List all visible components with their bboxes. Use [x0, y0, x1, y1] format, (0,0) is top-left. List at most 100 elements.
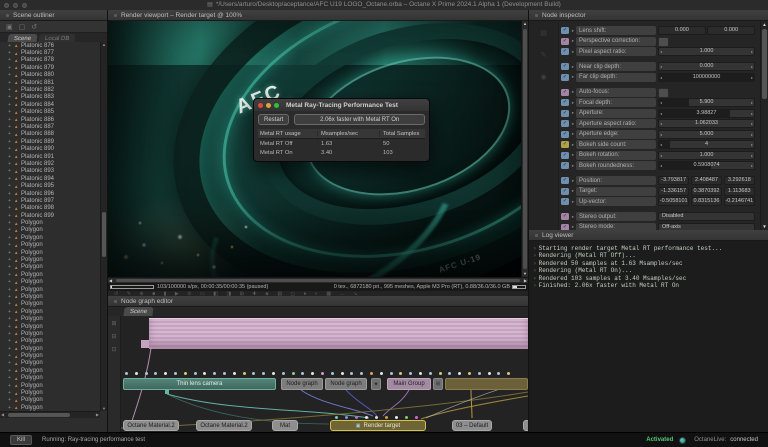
outliner-item[interactable]: +▲Platonic 892: [0, 160, 100, 167]
outliner-item[interactable]: +▲Polygon: [0, 389, 100, 396]
value-slider[interactable]: ◂3.98827▸: [658, 109, 755, 118]
outliner-item[interactable]: +▲Polygon: [0, 404, 100, 411]
node-mat[interactable]: Mat: [272, 420, 298, 431]
node-pin[interactable]: [395, 416, 398, 419]
outliner-item[interactable]: +▲Polygon: [0, 345, 100, 352]
node-pin[interactable]: [458, 372, 461, 375]
dialog-close-button[interactable]: [258, 103, 263, 108]
node-pin[interactable]: [213, 372, 216, 375]
value-field[interactable]: -3.793817: [658, 176, 689, 185]
node-pin[interactable]: [233, 372, 236, 375]
value-field[interactable]: 0.000: [658, 26, 706, 35]
node-pin[interactable]: [301, 372, 304, 375]
camera-node-icon[interactable]: ◉: [540, 73, 546, 81]
outliner-item[interactable]: +▲Polygon: [0, 301, 100, 308]
outliner-item[interactable]: +▲Platonic 899: [0, 212, 100, 219]
value-field[interactable]: 2.408487: [691, 176, 722, 185]
enable-checkbox[interactable]: ✓: [561, 38, 569, 45]
dialog-titlebar[interactable]: Metal Ray-Tracing Performance Test: [254, 99, 429, 111]
outliner-item[interactable]: +▲Platonic 891: [0, 153, 100, 160]
outliner-item[interactable]: +▲Platonic 885: [0, 109, 100, 116]
node-pin[interactable]: [439, 372, 442, 375]
outliner-horizontal-scrollbar[interactable]: ◀ ▶: [0, 411, 100, 418]
node-pin[interactable]: [405, 416, 408, 419]
outliner-item[interactable]: +▲Polygon: [0, 271, 100, 278]
node-pin[interactable]: [507, 372, 510, 375]
node-pin[interactable]: [145, 372, 148, 375]
node-pin[interactable]: [488, 372, 491, 375]
enable-checkbox[interactable]: ✓: [561, 177, 569, 184]
outliner-item[interactable]: +▲Platonic 897: [0, 197, 100, 204]
scrollbar-thumb[interactable]: [102, 212, 106, 257]
node-pin[interactable]: [399, 372, 402, 375]
value-slider[interactable]: ◂1.062033▸: [658, 119, 755, 128]
value-field[interactable]: 0.000: [707, 26, 755, 35]
slider-increment-icon[interactable]: ▸: [751, 141, 753, 149]
node-pin[interactable]: [478, 372, 481, 375]
outliner-item[interactable]: +▲Platonic 888: [0, 131, 100, 138]
scroll-up-icon[interactable]: ▲: [101, 42, 107, 47]
outliner-item[interactable]: +▲Polygon: [0, 360, 100, 367]
outliner-item[interactable]: +▲Platonic 878: [0, 57, 100, 64]
node-pin[interactable]: [350, 372, 353, 375]
viewport-vertical-scrollbar[interactable]: ▲ ▼: [521, 21, 528, 277]
slider-increment-icon[interactable]: ▸: [751, 162, 753, 170]
enable-checkbox[interactable]: ✓: [561, 213, 569, 220]
outliner-item[interactable]: +▲Polygon: [0, 308, 100, 315]
scroll-left-icon[interactable]: ◀: [1, 412, 4, 418]
node-pin[interactable]: [331, 372, 334, 375]
node-pin[interactable]: [282, 372, 285, 375]
node-icon-box[interactable]: ◈: [371, 378, 381, 390]
node-pin[interactable]: [154, 372, 157, 375]
scrollbar-thumb[interactable]: [523, 29, 527, 269]
delete-node-icon[interactable]: ▢: [19, 23, 26, 31]
enable-checkbox[interactable]: ✓: [561, 110, 569, 117]
outliner-item[interactable]: +▲Polygon: [0, 330, 100, 337]
value-field[interactable]: 1.113683: [724, 187, 755, 196]
node-pin[interactable]: [164, 372, 167, 375]
node-pin[interactable]: [135, 372, 138, 375]
outliner-item[interactable]: +▲Polygon: [0, 242, 100, 249]
node-pin[interactable]: [375, 416, 378, 419]
outliner-item[interactable]: +▲Polygon: [0, 279, 100, 286]
enable-checkbox[interactable]: ✓: [561, 89, 569, 96]
group-node-band[interactable]: [141, 340, 149, 348]
node-pin[interactable]: [341, 372, 344, 375]
node-pin[interactable]: [448, 372, 451, 375]
node-pin[interactable]: [380, 372, 383, 375]
outliner-item[interactable]: +▲Platonic 889: [0, 138, 100, 145]
value-slider[interactable]: ◂5.900▸: [658, 98, 755, 107]
tab-scene-graph[interactable]: Scene: [123, 307, 153, 316]
node-graph-node[interactable]: Node graph: [281, 378, 323, 390]
scrollbar-thumb[interactable]: [8, 413, 70, 417]
enable-checkbox[interactable]: ✓: [561, 198, 569, 205]
outliner-item[interactable]: +▲Polygon: [0, 367, 100, 374]
kill-button[interactable]: Kill: [10, 435, 32, 445]
minimap-icon[interactable]: ⊡: [111, 346, 116, 353]
scroll-down-icon[interactable]: ▼: [101, 406, 107, 411]
node-pin[interactable]: [203, 372, 206, 375]
enable-checkbox[interactable]: ✓: [561, 188, 569, 195]
outliner-item[interactable]: +▲Platonic 896: [0, 190, 100, 197]
new-node-icon[interactable]: ▣: [6, 23, 13, 31]
node-pin[interactable]: [252, 372, 255, 375]
node-octane-material[interactable]: Octane Material.2: [196, 420, 252, 431]
outliner-item[interactable]: +▲Platonic 879: [0, 64, 100, 71]
outliner-item[interactable]: +▲Polygon: [0, 227, 100, 234]
outliner-item[interactable]: +▲Polygon: [0, 234, 100, 241]
node-icon-box[interactable]: ⊞: [433, 378, 443, 390]
outliner-vertical-scrollbar[interactable]: ▲ ▼: [100, 42, 107, 411]
group-node-band[interactable]: [149, 318, 528, 349]
camera-output-pin[interactable]: [165, 390, 169, 394]
value-slider[interactable]: ◂0.000▸: [658, 62, 755, 71]
dialog-minimize-button[interactable]: [266, 103, 271, 108]
outliner-item[interactable]: +▲Polygon: [0, 249, 100, 256]
value-field[interactable]: 3.292618: [724, 176, 755, 185]
node-pin[interactable]: [223, 372, 226, 375]
node-pin[interactable]: [184, 372, 187, 375]
slider-increment-icon[interactable]: ▸: [751, 74, 753, 82]
value-slider[interactable]: ◂4▸: [658, 140, 755, 149]
enable-checkbox[interactable]: ✓: [561, 162, 569, 169]
node-graph-node[interactable]: Node graph: [325, 378, 367, 390]
enable-checkbox[interactable]: ✓: [561, 99, 569, 106]
